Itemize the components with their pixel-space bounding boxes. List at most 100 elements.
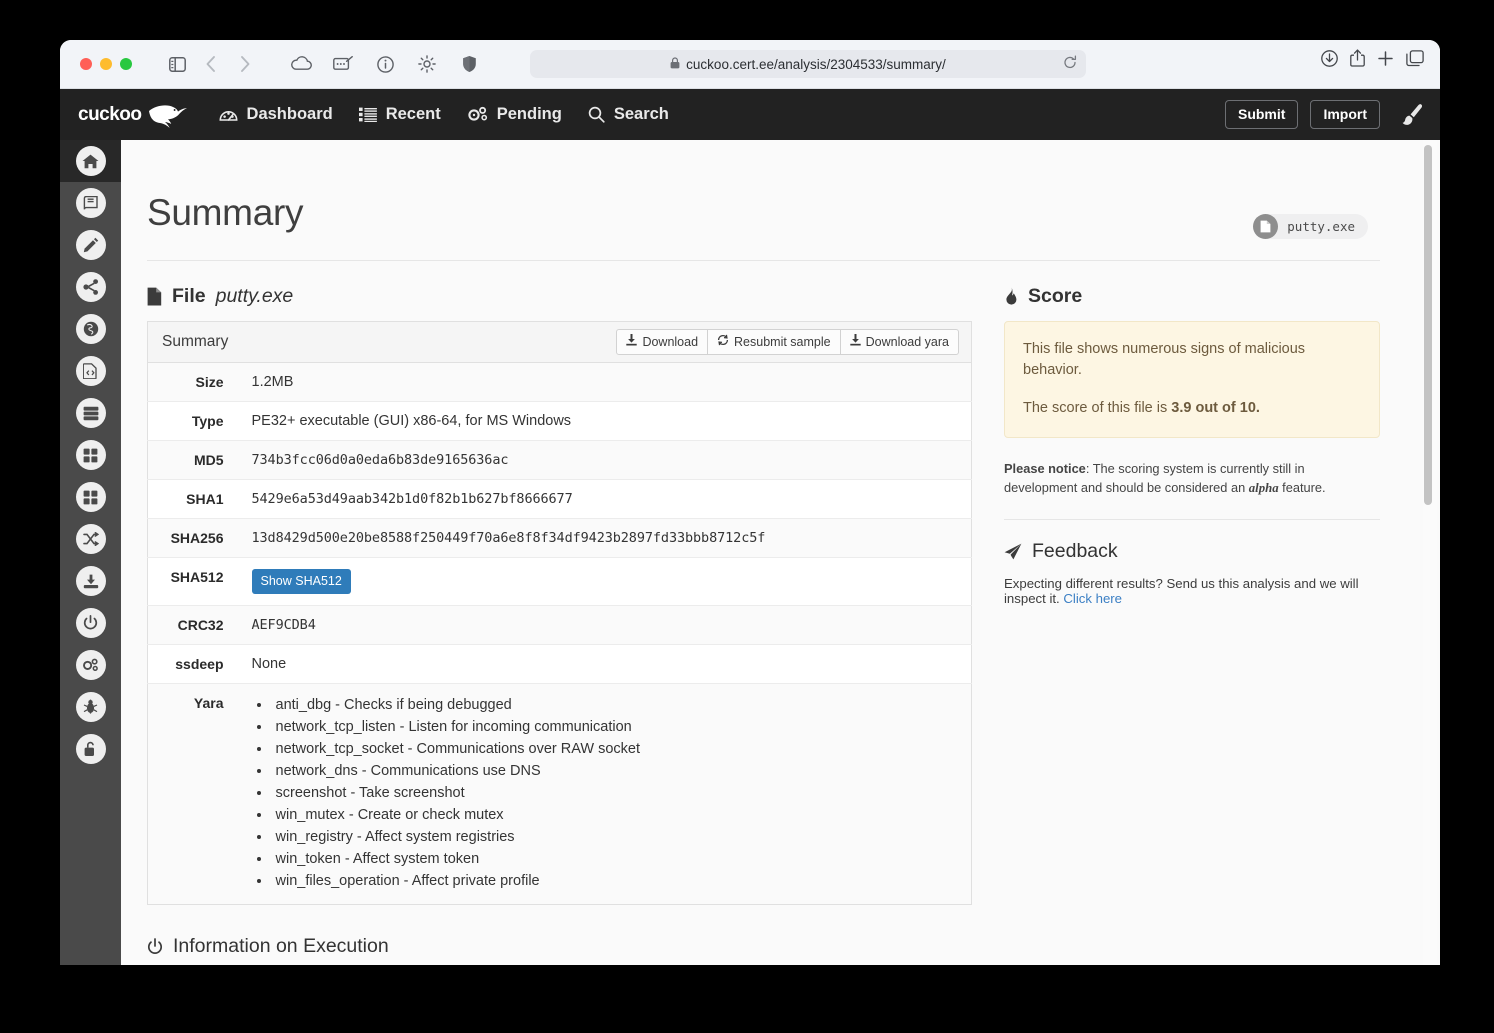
download-button[interactable]: Download	[616, 329, 709, 355]
cuckoo-logo[interactable]: cuckoo	[78, 100, 189, 130]
resubmit-sample-button[interactable]: Resubmit sample	[707, 329, 841, 355]
row-key: CRC32	[147, 605, 238, 645]
resubmit-sample-label: Resubmit sample	[734, 334, 831, 349]
table-row: Size 1.2MB	[147, 362, 972, 402]
feedback-link[interactable]: Click here	[1063, 591, 1122, 606]
page-title: Summary	[147, 192, 304, 233]
browser-toolbar-right	[1321, 49, 1424, 72]
file-summary-table: Summary Download Resubmit sample Downloa…	[147, 321, 972, 905]
nav-item-pending[interactable]: Pending	[467, 105, 562, 124]
yara-list: anti_dbg - Checks if being debugged netw…	[272, 695, 958, 893]
list-icon	[358, 107, 377, 122]
sidebar-item-signatures[interactable]	[60, 224, 121, 266]
feedback-text: Expecting different results? Send us thi…	[1004, 576, 1380, 606]
forward-icon[interactable]	[228, 49, 262, 79]
sidebar-item-debug[interactable]	[60, 686, 121, 728]
header-divider	[147, 260, 1380, 261]
browser-toolbar-left	[160, 49, 486, 79]
feedback-section-heading: Feedback	[1004, 540, 1380, 563]
nav-item-dashboard[interactable]: Dashboard	[219, 105, 333, 124]
app-body: Summary putty.exe File putty.exe Summary…	[60, 140, 1440, 965]
sidebar-icon[interactable]	[160, 49, 194, 79]
share-icon[interactable]	[1350, 49, 1365, 72]
sidebar-item-buffers[interactable]	[60, 476, 121, 518]
pencil-icon	[75, 230, 106, 260]
address-bar[interactable]: cuckoo.cert.ee/analysis/2304533/summary/	[530, 50, 1086, 78]
icloud-icon[interactable]	[284, 49, 318, 79]
feedback-title: Feedback	[1032, 540, 1118, 563]
sidebar-item-network[interactable]	[60, 266, 121, 308]
reload-icon[interactable]	[1063, 55, 1077, 73]
sidebar-item-admin[interactable]	[60, 728, 121, 770]
row-value: AEF9CDB4	[237, 605, 972, 645]
row-value: anti_dbg - Checks if being debugged netw…	[237, 683, 972, 905]
sidebar-item-static-analysis[interactable]	[60, 182, 121, 224]
browser-window: cuckoo.cert.ee/analysis/2304533/summary/…	[60, 40, 1440, 965]
import-button[interactable]: Import	[1310, 100, 1380, 129]
sidebar-item-compare[interactable]	[60, 518, 121, 560]
sidebar-item-home[interactable]	[60, 140, 121, 182]
download-yara-button[interactable]: Download yara	[839, 329, 959, 355]
row-key: ssdeep	[147, 644, 238, 684]
feedback-message: Expecting different results? Send us thi…	[1004, 576, 1359, 607]
nav-item-recent[interactable]: Recent	[358, 105, 441, 124]
file-heading-strong: File	[172, 285, 206, 307]
score-section-heading: Score	[1004, 285, 1380, 308]
download-icon[interactable]	[1321, 49, 1338, 72]
row-key: Type	[147, 401, 238, 441]
navbar-links: Dashboard Recent Pending Search	[219, 105, 669, 124]
execution-section: Information on Execution Analysis	[121, 905, 1440, 965]
sidebar-item-export[interactable]	[60, 560, 121, 602]
close-window-button[interactable]	[80, 58, 92, 70]
content-columns: File putty.exe Summary Download Resubmit…	[121, 261, 1440, 905]
left-sidebar	[60, 140, 121, 965]
list-item: win_mutex - Create or check mutex	[272, 805, 958, 827]
list-item: win_files_operation - Affect private pro…	[272, 871, 958, 893]
sidebar-item-dropped-files[interactable]	[60, 392, 121, 434]
page-header: Summary putty.exe	[121, 140, 1440, 261]
shuffle-icon	[75, 524, 106, 554]
sidebar-item-memory[interactable]	[60, 434, 121, 476]
sidebar-item-behavioral[interactable]	[60, 308, 121, 350]
table-row: MD5 734b3fcc06d0a0eda6b83de9165636ac	[147, 440, 972, 480]
maximize-window-button[interactable]	[120, 58, 132, 70]
row-key: MD5	[147, 440, 238, 480]
back-icon[interactable]	[194, 49, 228, 79]
reader-icon[interactable]	[326, 49, 360, 79]
score-alert: This file shows numerous signs of malici…	[1004, 321, 1380, 439]
row-value: None	[237, 644, 972, 684]
scrollbar-thumb[interactable]	[1424, 145, 1432, 505]
shield-icon[interactable]	[452, 49, 486, 79]
file-table-actions: Download Resubmit sample Download yara	[616, 329, 959, 355]
nav-label-dashboard: Dashboard	[246, 105, 333, 123]
nav-item-search[interactable]: Search	[588, 105, 669, 124]
file-chip-label: putty.exe	[1287, 219, 1355, 234]
right-divider	[1004, 519, 1380, 521]
paint-brush-icon[interactable]	[1392, 103, 1424, 127]
notice-strong: Please notice	[1004, 461, 1086, 477]
submit-button[interactable]: Submit	[1224, 100, 1299, 129]
score-value: 3.9 out of 10.	[1171, 400, 1260, 417]
download-button-label: Download	[642, 334, 699, 349]
file-chip[interactable]: putty.exe	[1253, 214, 1368, 239]
file-heading-filename: putty.exe	[215, 285, 294, 307]
server-icon	[75, 398, 106, 428]
new-tab-icon[interactable]	[1377, 50, 1394, 72]
sidebar-item-source-code[interactable]	[60, 350, 121, 392]
row-value: 13d8429d500e20be8588f250449f70a6e8f8f34d…	[237, 518, 972, 558]
info-icon[interactable]	[368, 49, 402, 79]
right-column: Score This file shows numerous signs of …	[1004, 285, 1380, 905]
search-icon	[588, 106, 605, 123]
scrollbar-track[interactable]	[1423, 140, 1437, 965]
show-sha512-button[interactable]: Show SHA512	[251, 569, 351, 594]
sidebar-item-reboot[interactable]	[60, 602, 121, 644]
score-alert-line2: The score of this file is 3.9 out of 10.	[1023, 398, 1361, 419]
sidebar-item-options[interactable]	[60, 644, 121, 686]
minimize-window-button[interactable]	[100, 58, 112, 70]
row-value: PE32+ executable (GUI) x86-64, for MS Wi…	[237, 401, 972, 441]
nav-label-pending: Pending	[496, 105, 562, 123]
app-navbar: cuckoo Dashboard Recent Pending Search S…	[60, 89, 1440, 140]
gear-icon[interactable]	[410, 49, 444, 79]
tab-overview-icon[interactable]	[1406, 49, 1424, 72]
cogs-icon	[75, 650, 106, 680]
